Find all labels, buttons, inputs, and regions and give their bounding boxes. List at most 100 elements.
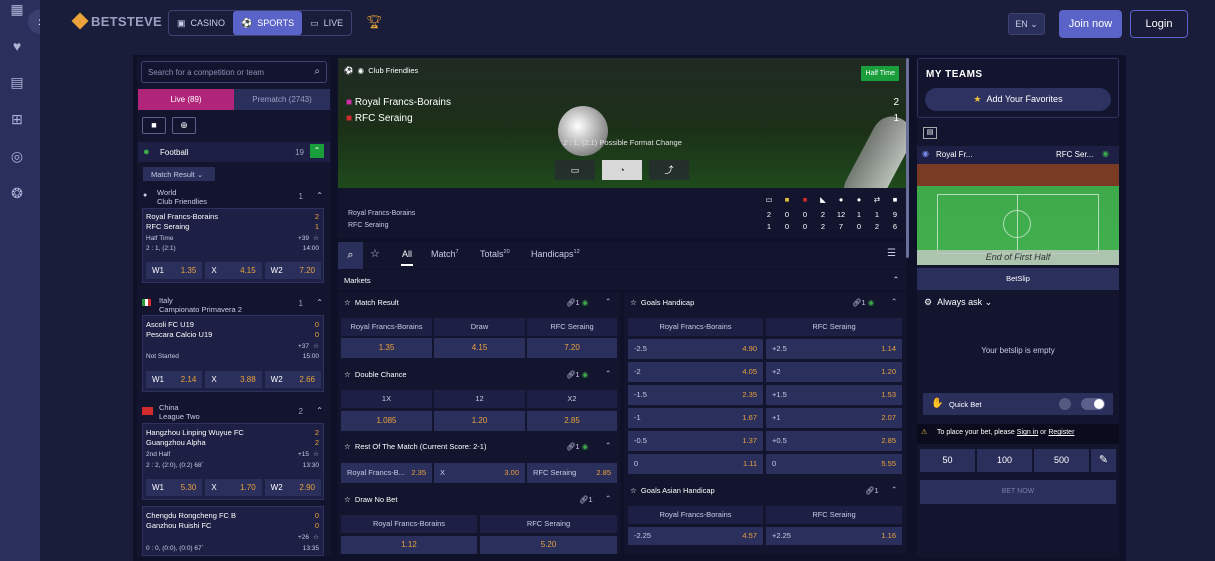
tab-handicaps[interactable]: Handicaps12 bbox=[531, 249, 580, 259]
star-icon[interactable]: ☆ bbox=[313, 234, 319, 242]
heart-icon[interactable]: ♥ bbox=[8, 37, 26, 55]
star-icon[interactable]: ☆ bbox=[344, 495, 351, 504]
odd-button[interactable]: +1.5 1.53 bbox=[766, 385, 902, 405]
star-icon[interactable]: ☆ bbox=[370, 247, 380, 260]
video-filter-button[interactable]: ■ bbox=[142, 117, 166, 134]
market-title-double-chance[interactable]: ☆ Double Chance bbox=[344, 370, 407, 379]
odd-button[interactable]: -1.5 2.35 bbox=[628, 385, 763, 405]
odd-w2[interactable]: W2 2.90 bbox=[264, 479, 321, 496]
odd-button[interactable]: +0.5 2.85 bbox=[766, 431, 902, 451]
market-select[interactable]: Match Result ⌄ bbox=[143, 167, 215, 181]
stake-50-button[interactable]: 50 bbox=[920, 449, 975, 472]
grid-icon[interactable]: ▦ bbox=[8, 0, 26, 18]
odd-button[interactable]: RFC Seraing 2.85 bbox=[527, 463, 617, 483]
odd-button[interactable]: +2.5 1.14 bbox=[766, 339, 902, 359]
join-now-button[interactable]: Join now bbox=[1059, 10, 1122, 38]
language-select[interactable]: EN ⌄ bbox=[1008, 13, 1045, 35]
odd-w1[interactable]: W1 2.14 bbox=[146, 371, 203, 388]
animation-view-button[interactable]: ◔ bbox=[602, 160, 642, 180]
odd-x[interactable]: X 4.15 bbox=[205, 262, 262, 279]
star-icon[interactable]: ☆ bbox=[313, 450, 319, 458]
more-markets[interactable]: +15 bbox=[298, 451, 309, 458]
odd-button[interactable]: X 3.00 bbox=[434, 463, 525, 483]
match-card[interactable]: Chengdu Rongcheng FC B 0 Ganzhou Ruishi … bbox=[142, 506, 324, 556]
odd-button[interactable]: 5.20 bbox=[480, 536, 617, 554]
casino-icon[interactable]: ▤ bbox=[8, 73, 26, 91]
nav-sports[interactable]: ⚽ SPORTS bbox=[233, 11, 303, 35]
match-card[interactable]: Ascoli FC U19 0 Pescara Calcio U19 0 +37… bbox=[142, 315, 324, 392]
register-link[interactable]: Register bbox=[1048, 429, 1074, 436]
odd-button[interactable]: -2.25 4.57 bbox=[628, 527, 763, 545]
star-icon[interactable]: ☆ bbox=[344, 298, 351, 307]
help-icon[interactable]: ❂ bbox=[8, 184, 26, 202]
odds-change-select[interactable]: ⚙ Always ask ⌄ bbox=[924, 297, 992, 308]
tab-prematch[interactable]: Prematch (2743) bbox=[234, 89, 330, 110]
odd-button[interactable]: +2.25 1.16 bbox=[766, 527, 902, 545]
odd-button[interactable]: -2 4.05 bbox=[628, 362, 763, 382]
more-markets[interactable]: +26 bbox=[298, 534, 309, 541]
search-input[interactable]: Search for a competition or team ⌕ bbox=[141, 61, 327, 83]
match-card[interactable]: Hangzhou Linping Wuyue FC 2 Guangzhou Al… bbox=[142, 423, 324, 500]
odd-button[interactable]: 7.20 bbox=[527, 338, 617, 358]
gift-icon[interactable]: ⊞ bbox=[8, 110, 26, 128]
globe-filter-button[interactable]: ⊕ bbox=[172, 117, 196, 134]
odd-button[interactable]: 1.085 bbox=[341, 411, 432, 431]
odd-button[interactable]: 2.85 bbox=[527, 411, 617, 431]
more-markets[interactable]: +37 bbox=[298, 343, 309, 350]
star-icon[interactable]: ☆ bbox=[313, 342, 319, 350]
brand-logo[interactable]: BETSTEVE bbox=[71, 12, 162, 30]
star-icon[interactable]: ☆ bbox=[344, 370, 351, 379]
chevron-up-icon[interactable]: ⌃ bbox=[605, 297, 611, 306]
odd-w2[interactable]: W2 2.66 bbox=[264, 371, 321, 388]
odd-w2[interactable]: W2 7.20 bbox=[264, 262, 321, 279]
promo-icon[interactable]: ◎ bbox=[8, 147, 26, 165]
odd-button[interactable]: 0 5.55 bbox=[766, 454, 902, 474]
stats-view-button[interactable]: ⤴ bbox=[649, 160, 689, 180]
odd-x[interactable]: X 1.70 bbox=[205, 479, 262, 496]
tab-live[interactable]: Live (89) bbox=[138, 89, 234, 110]
odd-button[interactable]: 1.20 bbox=[434, 411, 525, 431]
chevron-up-icon[interactable]: ⌃ bbox=[605, 494, 611, 503]
market-title-match-result[interactable]: ☆ Match Result bbox=[344, 298, 399, 307]
odd-button[interactable]: 4.15 bbox=[434, 338, 525, 358]
odd-button[interactable]: 1.12 bbox=[341, 536, 477, 554]
odd-button[interactable]: 0 1.11 bbox=[628, 454, 763, 474]
info-icon[interactable] bbox=[1059, 398, 1071, 410]
star-icon[interactable]: ☆ bbox=[630, 298, 637, 307]
chevron-up-icon[interactable]: ⌃ bbox=[605, 441, 611, 450]
odd-button[interactable]: -0.5 1.37 bbox=[628, 431, 763, 451]
market-title-draw-no-bet[interactable]: ☆ Draw No Bet bbox=[344, 495, 397, 504]
markets-header[interactable]: Markets ⌃ bbox=[338, 270, 907, 290]
scoreboard-view-button[interactable]: ▭ bbox=[555, 160, 595, 180]
market-title-rest-of-match[interactable]: ☆ Rest Of The Match (Current Score: 2-1) bbox=[344, 442, 486, 451]
tab-all[interactable]: All bbox=[402, 249, 412, 259]
odd-button[interactable]: +2 1.20 bbox=[766, 362, 902, 382]
match-card[interactable]: Royal Francs-Borains 2 RFC Seraing 1 Hal… bbox=[142, 208, 324, 283]
league-header[interactable]: Italy Campionato Primavera 2 bbox=[159, 296, 242, 314]
scrollbar[interactable] bbox=[906, 58, 909, 258]
quick-bet-toggle[interactable] bbox=[1081, 398, 1105, 410]
market-title-goals-handicap[interactable]: ☆ Goals Handicap bbox=[630, 298, 694, 307]
stake-100-button[interactable]: 100 bbox=[977, 449, 1032, 472]
nav-casino[interactable]: ▣ CASINO bbox=[169, 11, 233, 35]
chevron-up-icon[interactable]: ⌃ bbox=[891, 485, 897, 494]
betslip-tab[interactable]: BetSlip bbox=[917, 268, 1119, 290]
league-header[interactable]: World Club Friendlies bbox=[157, 188, 207, 206]
scoreboard-icon[interactable]: ▤ bbox=[923, 127, 937, 139]
odd-button[interactable]: Royal Francs-B... 2.35 bbox=[341, 463, 432, 483]
trophy-icon[interactable]: 🏆︎ bbox=[366, 14, 383, 30]
chevron-up-icon[interactable]: ⌃ bbox=[316, 298, 323, 307]
match-video[interactable]: ⚽ ◉ Club Friendlies Half Time ■ Royal Fr… bbox=[338, 58, 907, 188]
login-button[interactable]: Login bbox=[1130, 10, 1188, 38]
league-header[interactable]: China League Two bbox=[159, 403, 200, 421]
edit-stake-button[interactable]: ✎ bbox=[1091, 449, 1116, 472]
chevron-up-icon[interactable]: ⌃ bbox=[316, 191, 323, 200]
tab-match[interactable]: Match7 bbox=[431, 249, 459, 259]
stake-500-button[interactable]: 500 bbox=[1034, 449, 1089, 472]
more-markets[interactable]: +39 bbox=[298, 235, 309, 242]
tab-totals[interactable]: Totals20 bbox=[480, 249, 510, 259]
odd-button[interactable]: -1 1.67 bbox=[628, 408, 763, 428]
chevron-up-icon[interactable]: ⌃ bbox=[316, 406, 323, 415]
star-icon[interactable]: ☆ bbox=[630, 486, 637, 495]
star-icon[interactable]: ☆ bbox=[344, 442, 351, 451]
